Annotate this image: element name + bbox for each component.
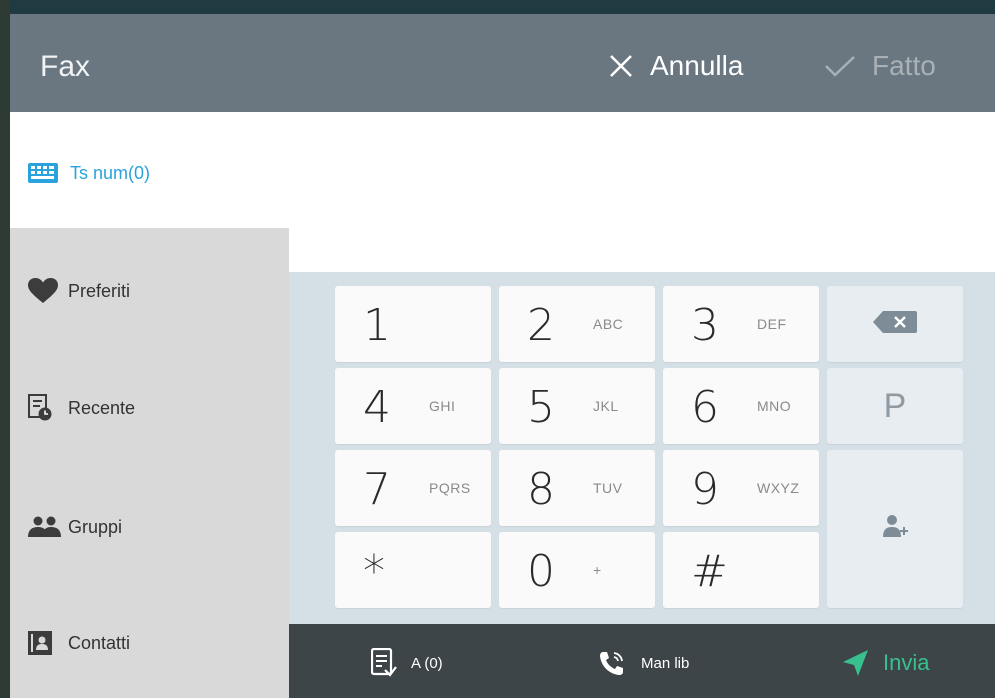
key-letters: TUV <box>593 480 623 496</box>
key-letters: GHI <box>429 398 456 414</box>
sidebar-item-groups[interactable]: Gruppi <box>28 510 122 544</box>
sidebar-item-recent[interactable]: Recente <box>28 391 135 425</box>
key-digit: 7 <box>363 464 391 515</box>
key-hash[interactable]: # <box>663 532 819 608</box>
recipient-list-icon <box>371 648 397 678</box>
key-7[interactable]: 7 PQRS <box>335 450 491 526</box>
add-contact-key[interactable] <box>827 450 963 608</box>
recipients-button[interactable]: A (0) <box>371 646 443 680</box>
sidebar-item-label: Preferiti <box>68 280 131 301</box>
key-letters: JKL <box>593 398 619 414</box>
key-digit: 2 <box>527 300 555 351</box>
sidebar-item-label: Recente <box>68 397 136 418</box>
header-bar: Fax Annulla Fatto <box>10 14 995 112</box>
key-digit: * <box>363 546 385 597</box>
backspace-key[interactable] <box>827 286 963 362</box>
pause-label: P <box>883 386 907 425</box>
recent-icon <box>28 394 68 422</box>
tab-numpad[interactable]: Ts num(0) <box>28 158 150 188</box>
key-digit: 8 <box>527 464 555 515</box>
sidebar-item-contacts[interactable]: Contatti <box>28 626 130 660</box>
key-letters: DEF <box>757 316 787 332</box>
send-button[interactable]: Invia <box>841 646 929 680</box>
cancel-button[interactable]: Annulla <box>608 46 743 86</box>
key-digit: 4 <box>363 382 391 433</box>
key-5[interactable]: 5 JKL <box>499 368 655 444</box>
window-frame-left <box>0 0 10 698</box>
key-1[interactable]: 1 <box>335 286 491 362</box>
heart-icon <box>28 278 68 304</box>
manual-dial-label: Man lib <box>641 654 690 672</box>
backspace-icon <box>873 310 917 338</box>
phone-ring-icon <box>597 648 627 678</box>
sidebar: Preferiti Recente Gruppi Contatti <box>10 228 289 698</box>
keyboard-icon <box>28 163 58 183</box>
bottom-action-bar: A (0) Man lib Invia <box>289 624 995 698</box>
key-letters: PQRS <box>429 480 471 496</box>
key-digit: 9 <box>691 464 719 515</box>
done-label: Fatto <box>872 50 936 81</box>
sidebar-item-label: Gruppi <box>68 516 123 537</box>
key-3[interactable]: 3 DEF <box>663 286 819 362</box>
key-digit: 0 <box>527 546 555 597</box>
send-label: Invia <box>883 650 930 675</box>
key-0[interactable]: 0 + <box>499 532 655 608</box>
key-letters: MNO <box>757 398 792 414</box>
cancel-label: Annulla <box>650 50 744 81</box>
key-letters: ABC <box>593 316 624 332</box>
page-title: Fax <box>40 50 91 83</box>
recipients-label: A (0) <box>411 654 443 672</box>
window-frame-top <box>0 0 995 14</box>
close-icon <box>608 53 634 79</box>
keypad: 1 2 ABC 3 DEF 4 GHI 5 JKL 6 MNO P 7 PQRS… <box>289 272 995 624</box>
key-letters: + <box>593 562 602 578</box>
key-letters: WXYZ <box>757 480 800 496</box>
key-4[interactable]: 4 GHI <box>335 368 491 444</box>
key-9[interactable]: 9 WXYZ <box>663 450 819 526</box>
key-digit: # <box>691 546 728 597</box>
manual-dial-button[interactable]: Man lib <box>597 646 689 680</box>
key-digit: 6 <box>691 382 719 433</box>
contacts-icon <box>28 631 68 655</box>
group-icon <box>28 516 68 538</box>
key-6[interactable]: 6 MNO <box>663 368 819 444</box>
key-2[interactable]: 2 ABC <box>499 286 655 362</box>
send-icon <box>841 649 869 677</box>
key-star[interactable]: * <box>335 532 491 608</box>
key-digit: 5 <box>527 382 555 433</box>
key-digit: 3 <box>691 300 719 351</box>
sidebar-item-favorites[interactable]: Preferiti <box>28 274 130 308</box>
pause-key[interactable]: P <box>827 368 963 444</box>
key-digit: 1 <box>363 300 391 351</box>
tab-numpad-label: Ts num(0) <box>70 162 151 183</box>
add-contact-icon <box>881 513 909 546</box>
done-button[interactable]: Fatto <box>824 46 936 86</box>
sidebar-item-label: Contatti <box>68 632 131 653</box>
key-8[interactable]: 8 TUV <box>499 450 655 526</box>
check-icon <box>824 54 856 78</box>
